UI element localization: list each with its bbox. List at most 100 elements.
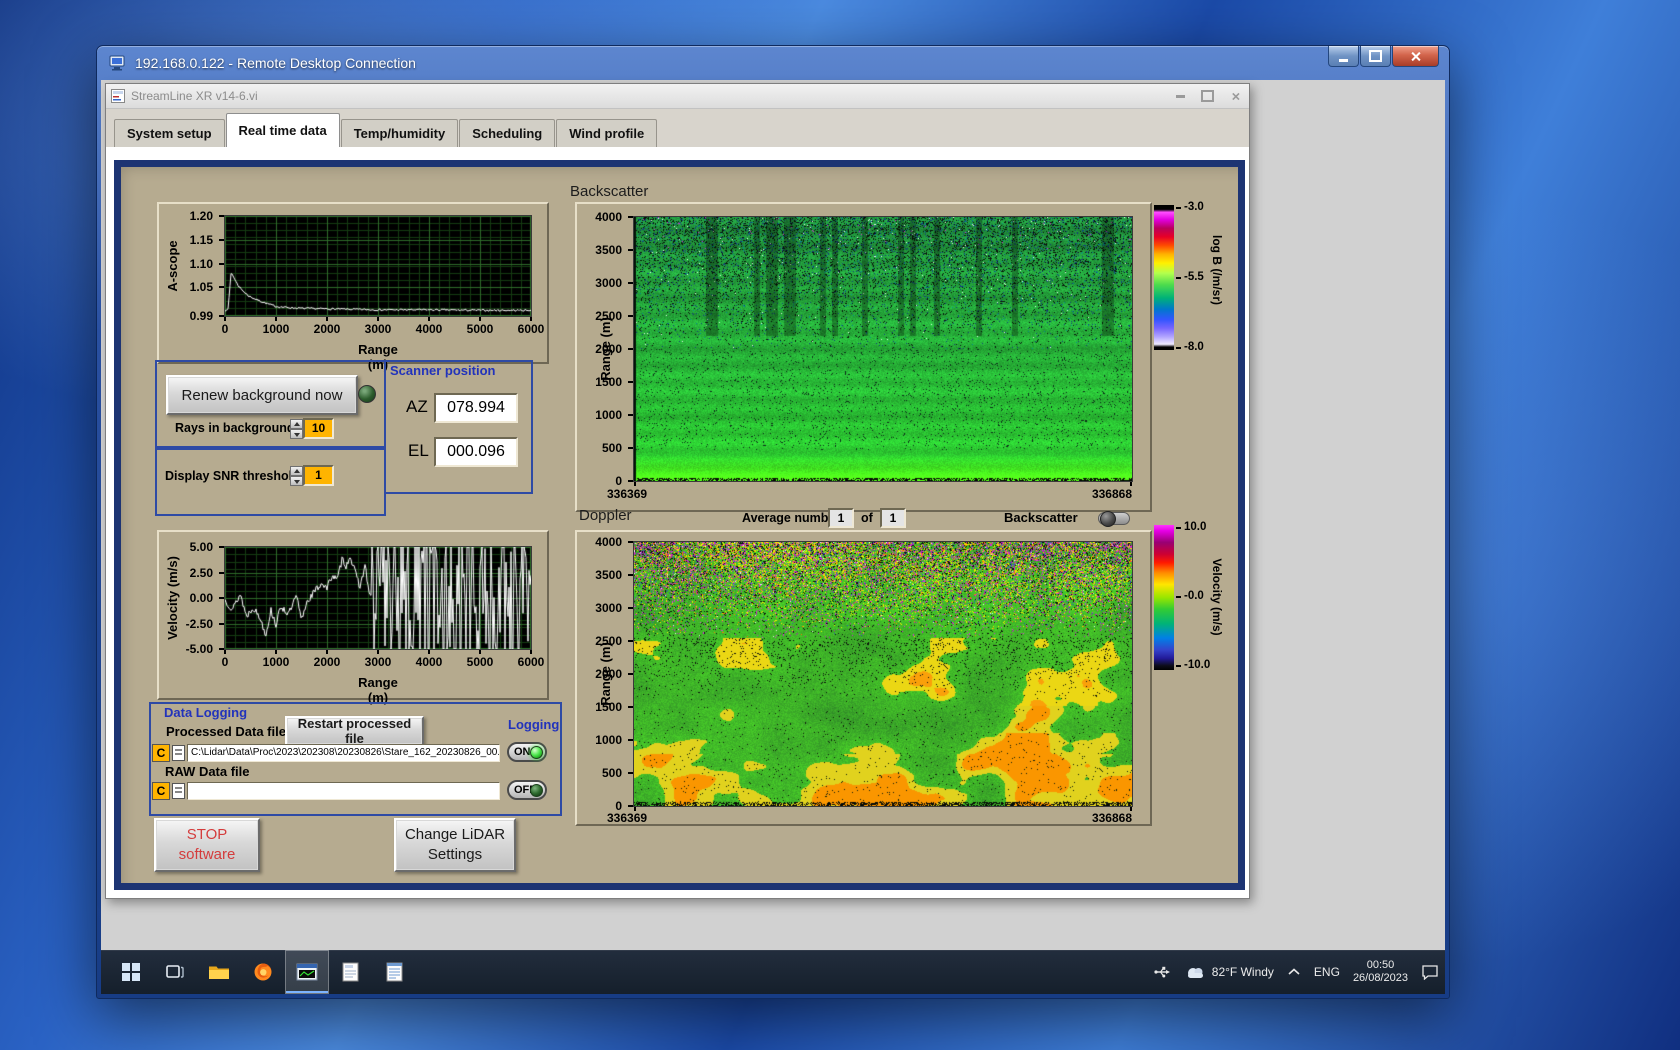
- rays-spinner[interactable]: [290, 419, 303, 439]
- chevron-up-icon[interactable]: [1287, 967, 1301, 977]
- taskbar-clock[interactable]: 00:50 26/08/2023: [1353, 959, 1408, 985]
- usb-icon[interactable]: [1153, 964, 1171, 980]
- processed-drive-selector[interactable]: C: [152, 744, 170, 762]
- language-indicator[interactable]: ENG: [1314, 965, 1340, 979]
- tab-wind-profile[interactable]: Wind profile: [556, 119, 658, 147]
- axis-tick: [628, 216, 633, 218]
- axis-tick: [628, 315, 633, 317]
- raw-browse-icon[interactable]: [172, 783, 185, 799]
- rays-in-background-field[interactable]: 10: [303, 418, 334, 439]
- taskbar-firefox[interactable]: [241, 950, 285, 994]
- tab-scheduling[interactable]: Scheduling: [459, 119, 556, 147]
- app-maximize-button[interactable]: [1201, 90, 1214, 102]
- logging-on-led: [530, 745, 543, 759]
- on-label: ON: [514, 746, 531, 758]
- axis-tick: [219, 622, 224, 625]
- rdp-titlebar[interactable]: 192.168.0.122 - Remote Desktop Connectio…: [97, 46, 1449, 80]
- tab-temp-humidity[interactable]: Temp/humidity: [340, 119, 459, 147]
- maximize-button[interactable]: [1360, 46, 1391, 67]
- doppler-heatmap: [633, 541, 1133, 807]
- app-close-button[interactable]: [1230, 91, 1241, 102]
- doppler-x-start: 336369: [607, 811, 648, 825]
- axis-tick: [628, 414, 633, 416]
- maximize-icon: [1201, 90, 1214, 102]
- axis-tick: [628, 739, 633, 741]
- axis-tick-label: 3500: [595, 243, 622, 257]
- display-snr-threshold-field[interactable]: 1: [303, 465, 334, 486]
- raw-drive-selector[interactable]: C: [152, 782, 170, 800]
- average-total-field[interactable]: 1: [880, 508, 906, 528]
- axis-tick-label: 0: [615, 474, 622, 488]
- backscatter-heatmap: [633, 216, 1133, 482]
- increment-icon[interactable]: [290, 466, 303, 476]
- restart-processed-file-button[interactable]: Restart processed file: [285, 716, 424, 746]
- axis-tick: [634, 482, 636, 486]
- backscatter-section-title: Backscatter: [570, 183, 649, 200]
- axis-tick-label: -2.50: [185, 616, 213, 631]
- velocity-plot: [224, 546, 532, 650]
- axis-tick: [628, 282, 633, 284]
- tab-real-time-data[interactable]: Real time data: [225, 113, 340, 147]
- taskbar-windows-start[interactable]: [109, 950, 153, 994]
- az-field[interactable]: 078.994: [434, 393, 518, 423]
- remote-desktop-icon: [109, 55, 125, 71]
- axis-tick-label: 4000: [595, 535, 622, 549]
- axis-tick-label: -8.0: [1184, 341, 1204, 353]
- weather-widget[interactable]: 82°F Windy: [1184, 964, 1274, 980]
- doppler-graph: Range (m) 336369 336868 4000 3500 3000 2500…: [575, 530, 1152, 826]
- change-lidar-settings-button[interactable]: Change LiDAR Settings: [394, 818, 516, 872]
- axis-tick: [219, 262, 224, 265]
- axis-tick: [219, 546, 224, 548]
- axis-tick-label: 6000: [517, 322, 545, 336]
- tab-system-setup[interactable]: System setup: [114, 119, 225, 147]
- tab-strip: System setup Real time data Temp/humidity S…: [106, 109, 1249, 147]
- axis-tick-label: 1000: [595, 408, 622, 422]
- taskbar-notepad[interactable]: [373, 950, 417, 994]
- taskbar-task-view[interactable]: [153, 950, 197, 994]
- processed-data-file-field[interactable]: C:\Lidar\Data\Proc\2023\202308\20230826\…: [187, 744, 500, 762]
- axis-tick: [628, 447, 633, 449]
- axis-tick-label: -5.00: [185, 642, 213, 656]
- taskbar-scan-scheduler[interactable]: [329, 950, 373, 994]
- axis-tick-label: 3000: [595, 276, 622, 290]
- scanner-position-frame: [384, 360, 533, 494]
- processed-browse-icon[interactable]: [172, 745, 185, 761]
- close-button[interactable]: [1392, 46, 1439, 67]
- remote-desktop: StreamLine XR v14-6.vi System setup Real …: [101, 80, 1445, 994]
- cloud-icon: [1187, 968, 1203, 978]
- axis-tick-label: 1.10: [189, 256, 213, 271]
- weather-text: 82°F Windy: [1211, 965, 1274, 979]
- axis-tick-label: 1000: [595, 733, 622, 747]
- el-field[interactable]: 000.096: [434, 437, 518, 467]
- minimize-icon: [1339, 58, 1348, 62]
- average-number-field[interactable]: 1: [828, 508, 854, 528]
- snr-spinner[interactable]: [290, 466, 303, 486]
- taskbar-file-explorer[interactable]: [197, 950, 241, 994]
- app-client-area: A-scope Range (m) 1.20 1.15 1.10 1.05 0.99 0 1…: [106, 147, 1249, 898]
- decrement-icon[interactable]: [290, 476, 303, 486]
- app-minimize-button[interactable]: [1176, 94, 1185, 98]
- axis-tick: [1176, 347, 1181, 349]
- minimize-button[interactable]: [1328, 46, 1359, 67]
- raw-data-file-field[interactable]: [187, 782, 500, 800]
- data-logging-title: Data Logging: [164, 705, 248, 720]
- axis-tick: [219, 286, 224, 289]
- axis-tick: [628, 805, 633, 807]
- app-titlebar[interactable]: StreamLine XR v14-6.vi: [106, 84, 1249, 109]
- backscatter-graph: Range (m) 336369 336868 4000 3500 3000 2500…: [575, 202, 1152, 512]
- processed-logging-toggle[interactable]: ON: [507, 742, 547, 762]
- taskbar-streamline-app[interactable]: [285, 950, 329, 994]
- doppler-section-title: Doppler: [579, 507, 632, 524]
- raw-logging-toggle[interactable]: OFF: [507, 780, 547, 800]
- doppler-colorbar-label: Velocity (m/s): [1210, 558, 1224, 636]
- minimize-icon: [1176, 94, 1185, 98]
- stop-software-button[interactable]: STOP software: [154, 818, 260, 872]
- backscatter-toggle[interactable]: [1098, 511, 1130, 527]
- increment-icon[interactable]: [290, 419, 303, 429]
- clock-date: 26/08/2023: [1352, 972, 1408, 984]
- decrement-icon[interactable]: [290, 429, 303, 439]
- axis-tick: [428, 650, 430, 654]
- axis-tick-label: 6000: [517, 655, 545, 669]
- renew-background-button[interactable]: Renew background now: [166, 375, 358, 415]
- notification-icon[interactable]: [1421, 964, 1439, 980]
